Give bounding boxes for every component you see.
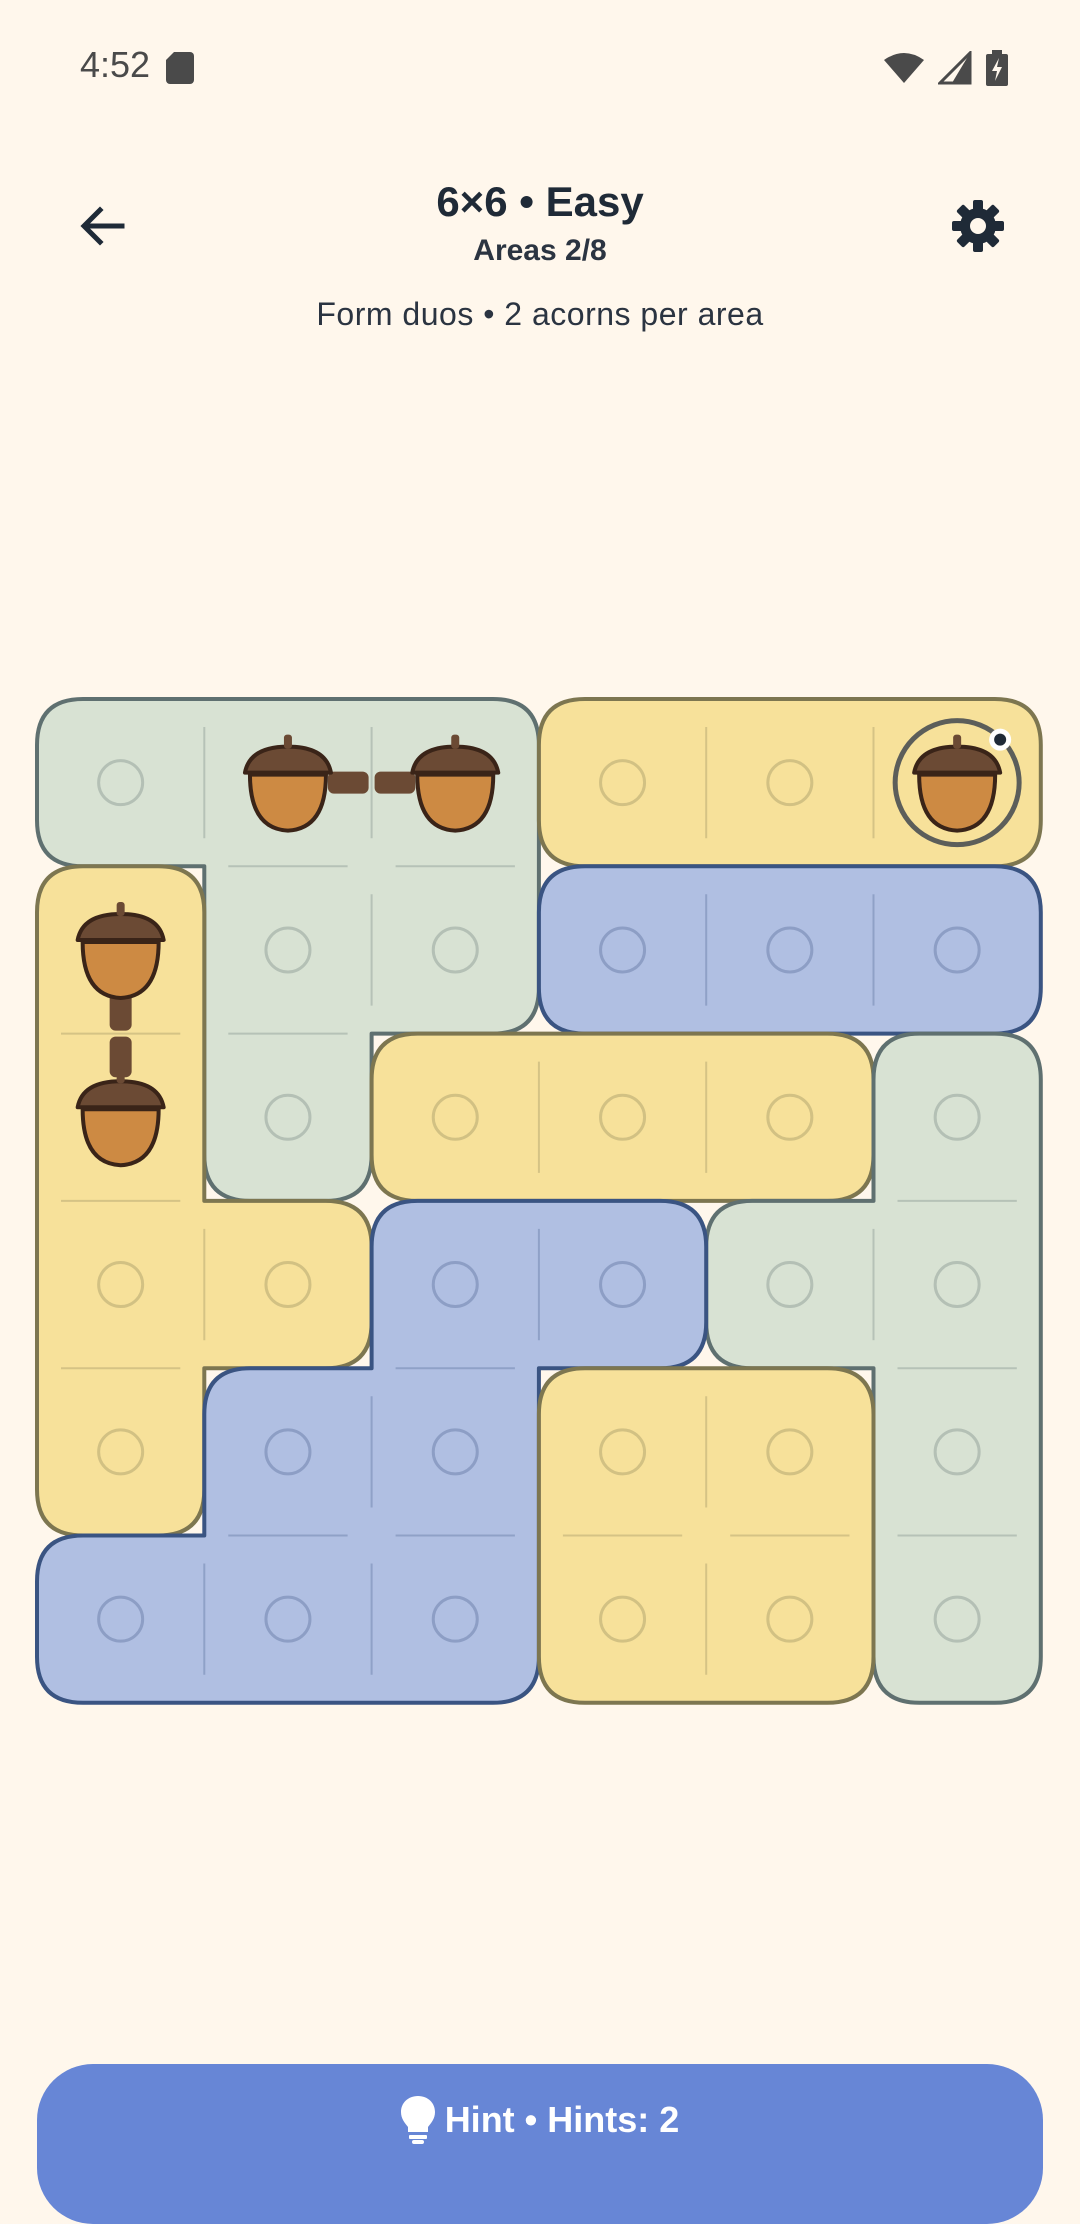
cell-empty[interactable]: [37, 699, 204, 866]
cell-empty[interactable]: [37, 1368, 204, 1535]
cell-empty[interactable]: [204, 1368, 371, 1535]
wifi-icon: [884, 53, 924, 83]
cell-empty[interactable]: [204, 1536, 371, 1703]
rules-text: Form duos • 2 acorns per area: [316, 296, 764, 332]
cell-empty[interactable]: [706, 866, 873, 1033]
cell-acorn[interactable]: [37, 866, 204, 1033]
cell-acorn[interactable]: [372, 699, 539, 866]
cell-empty[interactable]: [706, 699, 873, 866]
cell-acorn[interactable]: [37, 1034, 204, 1201]
cell-empty[interactable]: [539, 1034, 706, 1201]
cell-empty[interactable]: [874, 1034, 1041, 1201]
cell-empty[interactable]: [706, 1034, 873, 1201]
lightbulb-icon: [400, 2096, 435, 2144]
cell-empty[interactable]: [539, 1368, 706, 1535]
cell-empty[interactable]: [37, 1201, 204, 1368]
cell-empty[interactable]: [372, 1536, 539, 1703]
cell-empty[interactable]: [874, 1201, 1041, 1368]
sd-card-icon: [166, 52, 194, 84]
cell-empty[interactable]: [37, 1536, 204, 1703]
cell-empty[interactable]: [706, 1368, 873, 1535]
gear-icon: [952, 200, 1004, 252]
cell-acorn[interactable]: [204, 699, 371, 866]
cell-empty[interactable]: [874, 1368, 1041, 1535]
cell-empty[interactable]: [539, 1536, 706, 1703]
status-bar: 4:52: [0, 0, 1080, 136]
cell-empty[interactable]: [372, 866, 539, 1033]
cell-empty[interactable]: [539, 699, 706, 866]
cell-empty[interactable]: [204, 1201, 371, 1368]
cell-empty[interactable]: [204, 866, 371, 1033]
battery-charging-icon: [986, 50, 1008, 86]
cell-empty[interactable]: [706, 1201, 873, 1368]
cell-empty[interactable]: [539, 1201, 706, 1368]
status-icons: [884, 50, 1008, 86]
page-title: 6×6 • Easy: [436, 178, 644, 225]
cell-empty[interactable]: [372, 1368, 539, 1535]
app-bar: 6×6 • Easy Areas 2/8: [0, 160, 1080, 280]
status-time: 4:52: [80, 44, 151, 85]
cell-empty[interactable]: [706, 1536, 873, 1703]
cell-empty[interactable]: [372, 1201, 539, 1368]
areas-progress: Areas 2/8: [473, 234, 607, 267]
hint-label: Hint • Hints: 2: [444, 2099, 680, 2140]
cell-acorn[interactable]: [874, 699, 1041, 866]
cell-empty[interactable]: [372, 1034, 539, 1201]
hint-button[interactable]: Hint • Hints: 2: [37, 2064, 1043, 2224]
cell-empty[interactable]: [874, 866, 1041, 1033]
cell-empty[interactable]: [539, 866, 706, 1033]
cell-empty[interactable]: [204, 1034, 371, 1201]
cell-empty[interactable]: [874, 1536, 1041, 1703]
settings-button[interactable]: [942, 190, 1014, 262]
signal-icon: [938, 51, 972, 85]
